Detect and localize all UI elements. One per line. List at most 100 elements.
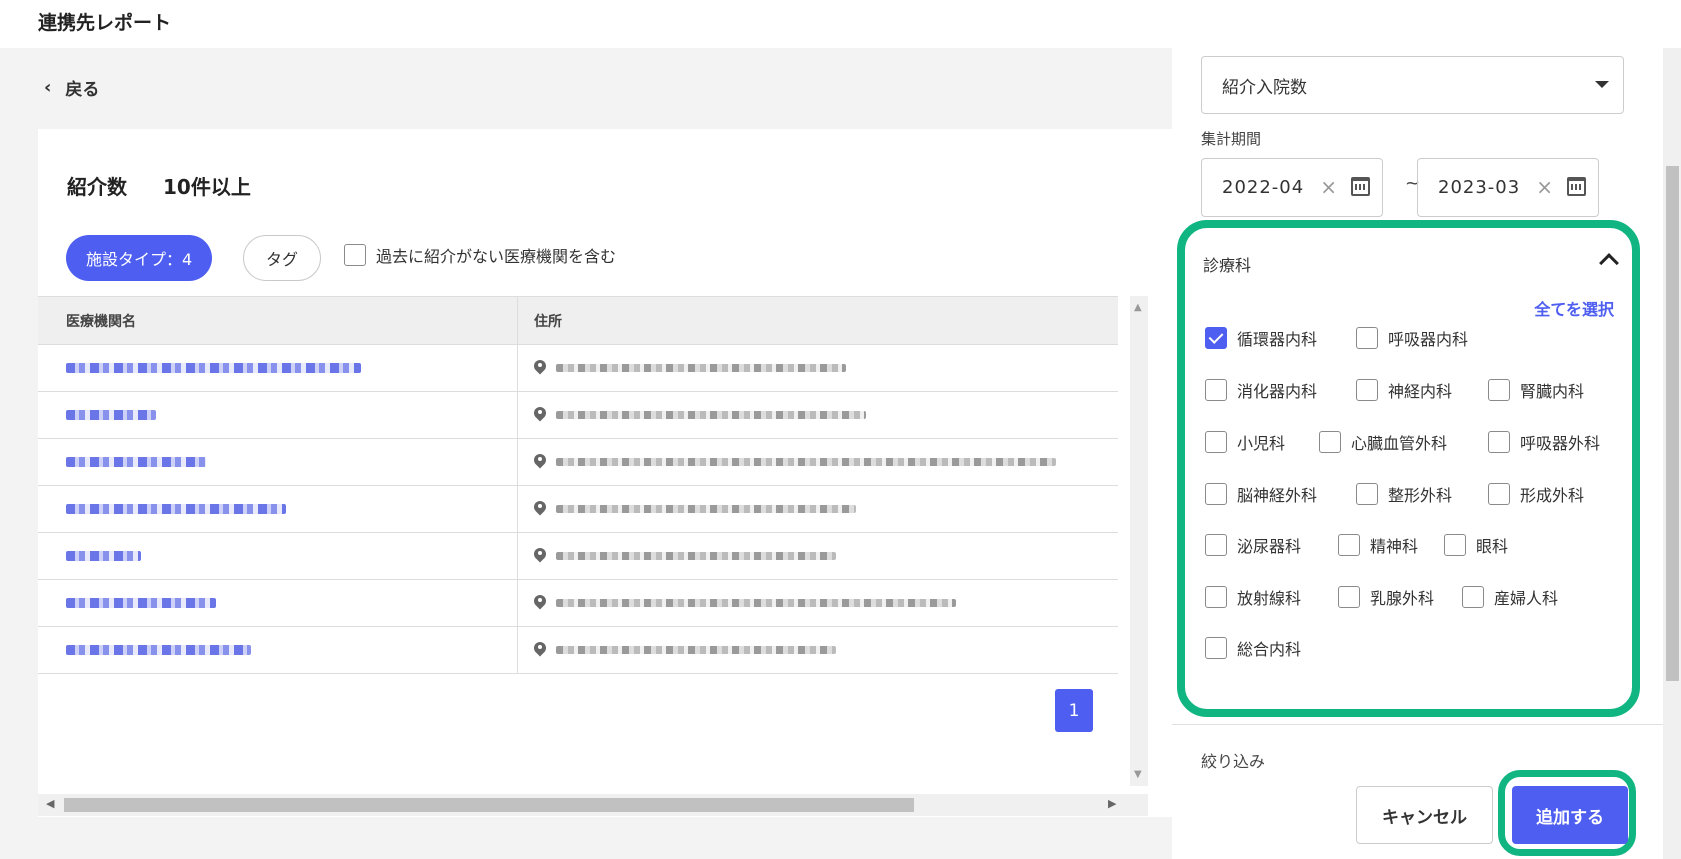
department-option[interactable]: 産婦人科 — [1462, 585, 1558, 609]
checkbox-box[interactable] — [1205, 327, 1227, 349]
checkbox-box[interactable] — [1205, 637, 1227, 659]
checkbox-box[interactable] — [1205, 534, 1227, 556]
department-option[interactable]: 泌尿器科 — [1205, 533, 1301, 557]
page-button-1[interactable]: 1 — [1055, 689, 1093, 732]
institution-name-cell[interactable] — [38, 439, 518, 485]
department-option[interactable]: 心臓血管外科 — [1319, 430, 1447, 454]
department-option[interactable]: 呼吸器外科 — [1488, 430, 1600, 454]
department-option[interactable]: 形成外科 — [1488, 482, 1584, 506]
checkbox-box[interactable] — [1205, 379, 1227, 401]
back-link[interactable]: ‹ 戻る — [44, 75, 99, 100]
institution-name-cell[interactable] — [38, 486, 518, 532]
include-no-referral-checkbox[interactable]: 過去に紹介がない医療機関を含む — [344, 243, 616, 267]
department-option[interactable]: 小児科 — [1205, 430, 1285, 454]
summary-value: 10件以上 — [163, 175, 251, 199]
department-option[interactable]: 腎臓内科 — [1488, 378, 1584, 402]
masked-institution-name[interactable] — [66, 410, 156, 420]
chevron-up-icon[interactable] — [1599, 253, 1619, 273]
cancel-button[interactable]: キャンセル — [1356, 786, 1493, 844]
institution-name-cell[interactable] — [38, 627, 518, 673]
table-row[interactable] — [38, 580, 1118, 627]
select-all-link[interactable]: 全てを選択 — [1534, 296, 1614, 320]
scroll-right-icon[interactable]: ▶ — [1108, 797, 1116, 810]
table-row[interactable] — [38, 533, 1118, 580]
checkbox-box[interactable] — [1488, 431, 1510, 453]
tag-chip[interactable]: タグ — [243, 235, 321, 281]
checkbox-box[interactable] — [1205, 586, 1227, 608]
masked-institution-name[interactable] — [66, 363, 361, 373]
department-label: 小児科 — [1237, 434, 1286, 453]
table-row[interactable] — [38, 439, 1118, 486]
checkbox-box[interactable] — [1205, 483, 1227, 505]
department-option[interactable]: 乳腺外科 — [1338, 585, 1434, 609]
table-vertical-scrollbar[interactable]: ▲ ▼ — [1130, 296, 1148, 786]
table-horizontal-scrollbar[interactable]: ◀ ▶ — [38, 794, 1148, 816]
masked-address — [556, 599, 956, 607]
clear-icon[interactable]: × — [1320, 175, 1338, 199]
masked-institution-name[interactable] — [66, 645, 251, 655]
table-row[interactable] — [38, 345, 1118, 392]
institution-name-cell[interactable] — [38, 392, 518, 438]
checkbox-box[interactable] — [1444, 534, 1466, 556]
metric-select[interactable]: 紹介入院数 — [1201, 56, 1624, 114]
scroll-up-icon[interactable]: ▲ — [1134, 302, 1142, 313]
department-label: 脳神経外科 — [1237, 486, 1318, 505]
institution-table: 医療機関名 住所 — [38, 296, 1118, 674]
panel-scrollbar[interactable] — [1663, 48, 1681, 859]
institution-name-cell[interactable] — [38, 533, 518, 579]
department-option[interactable]: 脳神経外科 — [1205, 482, 1317, 506]
calendar-icon[interactable] — [1351, 177, 1370, 196]
department-option[interactable]: 精神科 — [1338, 533, 1418, 557]
table-row[interactable] — [38, 392, 1118, 439]
department-option[interactable]: 放射線科 — [1205, 585, 1301, 609]
checkbox-box[interactable] — [1356, 483, 1378, 505]
location-pin-icon — [534, 548, 546, 564]
column-header-name[interactable]: 医療機関名 — [38, 297, 518, 344]
masked-institution-name[interactable] — [66, 551, 141, 561]
department-label: 乳腺外科 — [1370, 589, 1435, 608]
checkbox-box[interactable] — [1488, 483, 1510, 505]
institution-name-cell[interactable] — [38, 345, 518, 391]
period-label: 集計期間 — [1201, 130, 1262, 148]
location-pin-icon — [534, 454, 546, 470]
checkbox-box[interactable] — [344, 244, 366, 266]
add-button[interactable]: 追加する — [1512, 786, 1628, 844]
checkbox-box[interactable] — [1205, 431, 1227, 453]
filter-label: 絞り込み — [1201, 752, 1266, 771]
horizontal-scroll-thumb[interactable] — [64, 798, 914, 812]
date-from-input[interactable]: 2022-04 × — [1201, 158, 1383, 217]
masked-address — [556, 458, 1056, 466]
column-header-address[interactable]: 住所 — [518, 297, 1118, 344]
department-option[interactable]: 消化器内科 — [1205, 378, 1317, 402]
masked-institution-name[interactable] — [66, 598, 216, 608]
table-row[interactable] — [38, 627, 1118, 674]
checkbox-box[interactable] — [1462, 586, 1484, 608]
caret-down-icon — [1595, 81, 1609, 88]
scroll-down-icon[interactable]: ▼ — [1134, 769, 1142, 780]
checkbox-box[interactable] — [1338, 586, 1360, 608]
calendar-icon[interactable] — [1567, 177, 1586, 196]
department-option[interactable]: 呼吸器内科 — [1356, 326, 1468, 350]
checkbox-box[interactable] — [1356, 379, 1378, 401]
masked-institution-name[interactable] — [66, 457, 206, 467]
department-option[interactable]: 総合内科 — [1205, 636, 1301, 660]
table-row[interactable] — [38, 486, 1118, 533]
checkbox-box[interactable] — [1338, 534, 1360, 556]
back-label: 戻る — [65, 80, 100, 100]
metric-select-value: 紹介入院数 — [1222, 77, 1307, 98]
date-to-value: 2023-03 — [1438, 177, 1521, 198]
date-to-input[interactable]: 2023-03 × — [1417, 158, 1599, 217]
department-option[interactable]: 眼科 — [1444, 533, 1508, 557]
clear-icon[interactable]: × — [1536, 175, 1554, 199]
masked-institution-name[interactable] — [66, 504, 286, 514]
panel-scroll-thumb[interactable] — [1666, 166, 1679, 681]
department-option[interactable]: 整形外科 — [1356, 482, 1452, 506]
checkbox-box[interactable] — [1356, 327, 1378, 349]
checkbox-box[interactable] — [1319, 431, 1341, 453]
facility-type-chip[interactable]: 施設タイプ：4 — [66, 235, 213, 281]
institution-name-cell[interactable] — [38, 580, 518, 626]
department-option[interactable]: 神経内科 — [1356, 378, 1452, 402]
checkbox-box[interactable] — [1488, 379, 1510, 401]
scroll-left-icon[interactable]: ◀ — [46, 797, 54, 810]
department-option[interactable]: 循環器内科 — [1205, 326, 1317, 350]
